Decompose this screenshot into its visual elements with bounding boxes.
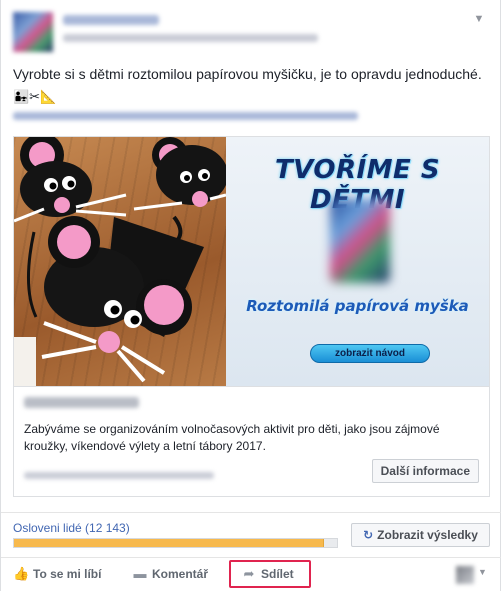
emoji-icons: 👨‍👧✂📐 <box>13 88 57 104</box>
post-text: Vyrobte si s dětmi roztomilou papírovou … <box>13 64 483 107</box>
mouse-craft-photo <box>14 137 228 386</box>
refresh-icon: ↻ <box>363 528 374 542</box>
link-title-blurred[interactable] <box>24 397 139 408</box>
caret-down-icon[interactable]: ▼ <box>478 567 487 577</box>
share-button[interactable]: ➦ Sdílet <box>241 564 294 584</box>
feed-post: ▼ Vyrobte si s dětmi roztomilou papírovo… <box>0 0 501 591</box>
link-url-blurred[interactable] <box>13 112 358 120</box>
comment-icon: ▬ <box>133 566 147 581</box>
people-reached-link[interactable]: Osloveni lidé (12 143) <box>13 521 130 535</box>
thumbs-up-icon: 👍 <box>13 566 30 581</box>
chevron-down-icon[interactable]: ▼ <box>472 14 486 25</box>
like-button[interactable]: 👍 To se mi líbí <box>13 564 101 584</box>
more-info-button[interactable]: Další informace <box>371 459 479 483</box>
viewer-avatar[interactable] <box>456 566 474 584</box>
paper-mice-illustration <box>14 137 228 386</box>
like-label: To se mi líbí <box>33 567 102 581</box>
post-message: Vyrobte si s dětmi roztomilou papírovou … <box>13 66 482 82</box>
post-meta-blurred <box>63 34 318 42</box>
link-domain-blurred <box>24 472 214 479</box>
reach-progress-fill <box>14 539 325 547</box>
divider <box>1 557 501 558</box>
comment-label: Komentář <box>152 567 209 581</box>
page-avatar[interactable] <box>13 12 53 52</box>
promo-banner: TVOŘÍME S DĚTMI Roztomilá papírová myška… <box>226 137 489 386</box>
view-results-button[interactable]: ↻ Zobrazit výsledky <box>351 523 490 547</box>
view-results-label: Zobrazit výsledky <box>377 528 478 542</box>
page-name-blurred[interactable] <box>63 15 159 25</box>
share-label: Sdílet <box>261 567 294 581</box>
link-description: Zabýváme se organizováním volnočasových … <box>24 422 440 453</box>
divider <box>1 512 501 513</box>
promo-show-guide-button: zobrazit návod <box>310 344 430 363</box>
promo-subtitle: Roztomilá papírová myška <box>246 297 469 315</box>
share-arrow-icon: ➦ <box>243 566 255 581</box>
organization-logo-blurred <box>330 199 390 283</box>
reach-progress-bar <box>13 538 338 548</box>
comment-button[interactable]: ▬ Komentář <box>132 564 209 584</box>
link-preview-image[interactable]: TVOŘÍME S DĚTMI Roztomilá papírová myška… <box>14 137 489 386</box>
link-preview-card[interactable]: TVOŘÍME S DĚTMI Roztomilá papírová myška… <box>13 136 490 497</box>
link-preview-body[interactable]: Zabýváme se organizováním volnočasových … <box>14 386 489 496</box>
